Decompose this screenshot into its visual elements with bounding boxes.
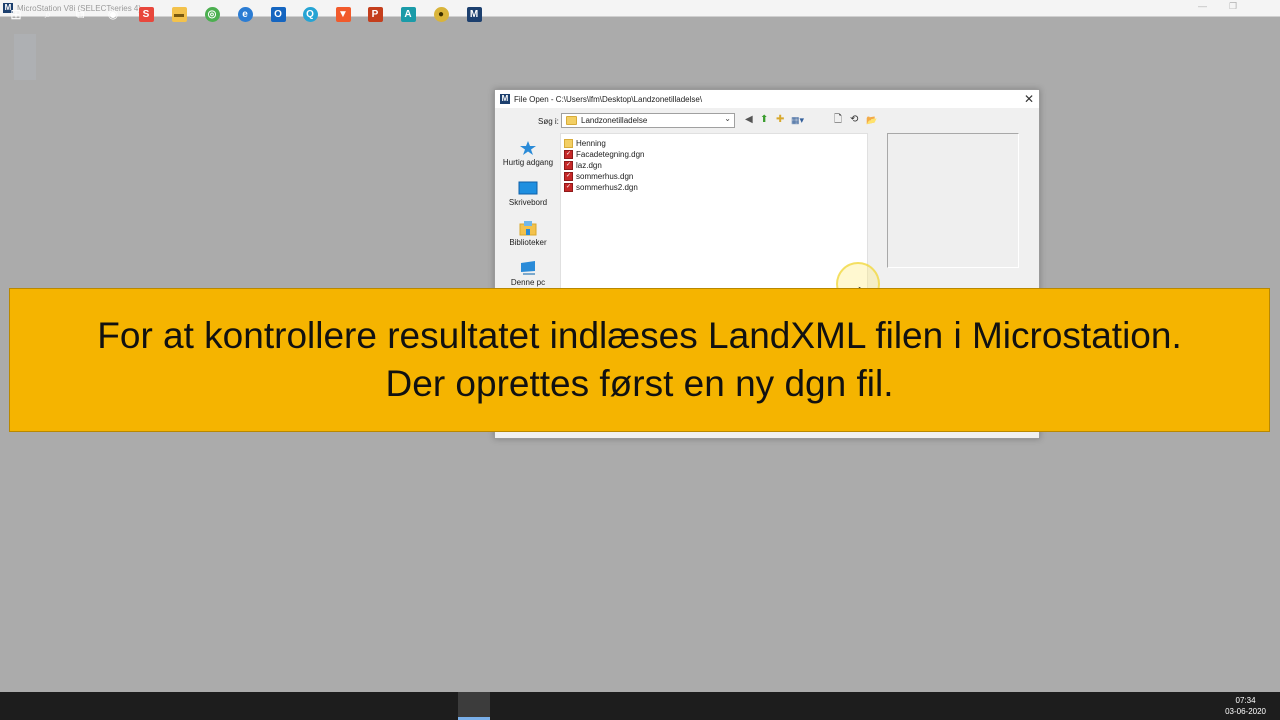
- place-label: Hurtig adgang: [502, 158, 554, 167]
- dgn-file-icon: ✓: [564, 183, 573, 192]
- dgn-file-icon: ✓: [564, 161, 573, 170]
- powerpoint-icon[interactable]: P: [365, 4, 385, 24]
- outlook-icon[interactable]: O: [268, 4, 288, 24]
- caption-line-1: For at kontrollere resultatet indlæses L…: [97, 315, 1182, 356]
- caption-banner: For at kontrollere resultatet indlæses L…: [9, 288, 1270, 432]
- microstation-taskbar-icon[interactable]: M: [464, 4, 484, 24]
- chevron-down-icon: ⌄: [724, 114, 731, 123]
- dgn-file-icon: ✓: [564, 172, 573, 181]
- folder-icon: [564, 139, 573, 148]
- brave-icon[interactable]: ▼: [333, 4, 353, 24]
- look-in-select[interactable]: Landzonetilladelse ⌄: [561, 113, 735, 128]
- file-name: Facadetegning.dgn: [576, 150, 645, 159]
- microstation-logo-icon: M: [500, 94, 510, 104]
- new-folder-icon[interactable]: ✚: [776, 115, 784, 125]
- look-in-value: Landzonetilladelse: [581, 116, 648, 125]
- restore-icon[interactable]: ❐: [1229, 1, 1237, 12]
- place-label: Skrivebord: [508, 198, 548, 207]
- new-file-icon[interactable]: 🗋: [834, 115, 842, 125]
- background-toolbar-ghost: [14, 34, 36, 80]
- autocad-icon[interactable]: A: [398, 4, 418, 24]
- file-name: sommerhus2.dgn: [576, 183, 638, 192]
- file-name: laz.dgn: [576, 161, 602, 170]
- refresh-icon[interactable]: ⟲: [850, 115, 858, 125]
- snagit-icon[interactable]: S: [136, 4, 156, 24]
- place-label: Biblioteker: [509, 238, 547, 247]
- list-item[interactable]: ✓ sommerhus.dgn: [564, 171, 633, 182]
- task-view-icon[interactable]: ⧉: [70, 4, 90, 24]
- place-this-pc[interactable]: Denne pc: [498, 260, 558, 287]
- file-explorer-icon[interactable]: ▬: [169, 4, 189, 24]
- minimize-icon[interactable]: —: [1198, 1, 1207, 11]
- dgn-file-icon: ✓: [564, 150, 573, 159]
- dialog-title: File Open - C:\Users\lfm\Desktop\Landzon…: [514, 94, 703, 104]
- star-icon: [520, 141, 536, 155]
- list-item[interactable]: ✓ Facadetegning.dgn: [564, 149, 645, 160]
- file-name: Henning: [576, 139, 606, 148]
- list-item[interactable]: ✓ sommerhus2.dgn: [564, 182, 638, 193]
- back-icon[interactable]: ◀: [745, 115, 753, 125]
- place-libraries[interactable]: Biblioteker: [498, 220, 558, 247]
- clock-date: 03-06-2020: [1225, 707, 1266, 716]
- list-item[interactable]: Henning: [564, 138, 606, 149]
- look-in-label: Søg i:: [538, 117, 559, 126]
- taskbar: [0, 692, 1280, 720]
- app-circle-icon[interactable]: ●: [431, 4, 451, 24]
- up-folder-icon[interactable]: ⬆: [760, 115, 768, 125]
- dialog-titlebar: M File Open - C:\Users\lfm\Desktop\Landz…: [495, 90, 1039, 108]
- preview-pane: [887, 133, 1019, 268]
- close-icon[interactable]: ✕: [1024, 92, 1034, 106]
- taskbar-active-highlight: [458, 692, 490, 720]
- start-icon[interactable]: ⊞: [6, 4, 26, 24]
- place-quick-access[interactable]: Hurtig adgang: [498, 140, 558, 167]
- caption-line-2: Der oprettes først en ny dgn fil.: [385, 363, 894, 404]
- clock-time: 07:34: [1235, 696, 1256, 705]
- cortana-icon[interactable]: ◉: [103, 4, 123, 24]
- place-label: Denne pc: [510, 278, 546, 287]
- chrome-icon[interactable]: ◎: [202, 4, 222, 24]
- folder-icon: [566, 116, 577, 125]
- edge-icon[interactable]: e: [235, 4, 255, 24]
- desktop-icon: [518, 181, 538, 195]
- libraries-icon: [519, 221, 537, 236]
- system-clock[interactable]: 07:34 03-06-2020: [1225, 695, 1266, 717]
- browse-icon[interactable]: 📂: [866, 115, 877, 125]
- file-name: sommerhus.dgn: [576, 172, 634, 181]
- place-desktop[interactable]: Skrivebord: [498, 181, 558, 207]
- list-item[interactable]: ✓ laz.dgn: [564, 160, 602, 171]
- view-menu-icon[interactable]: ▦▾: [791, 115, 804, 125]
- app-titlebar: M MicroStation V8i (SELECTseries 4) — ❐: [0, 0, 1280, 17]
- computer-icon: [521, 261, 535, 275]
- app-q-icon[interactable]: Q: [300, 4, 320, 24]
- search-icon[interactable]: ⌕: [38, 4, 58, 24]
